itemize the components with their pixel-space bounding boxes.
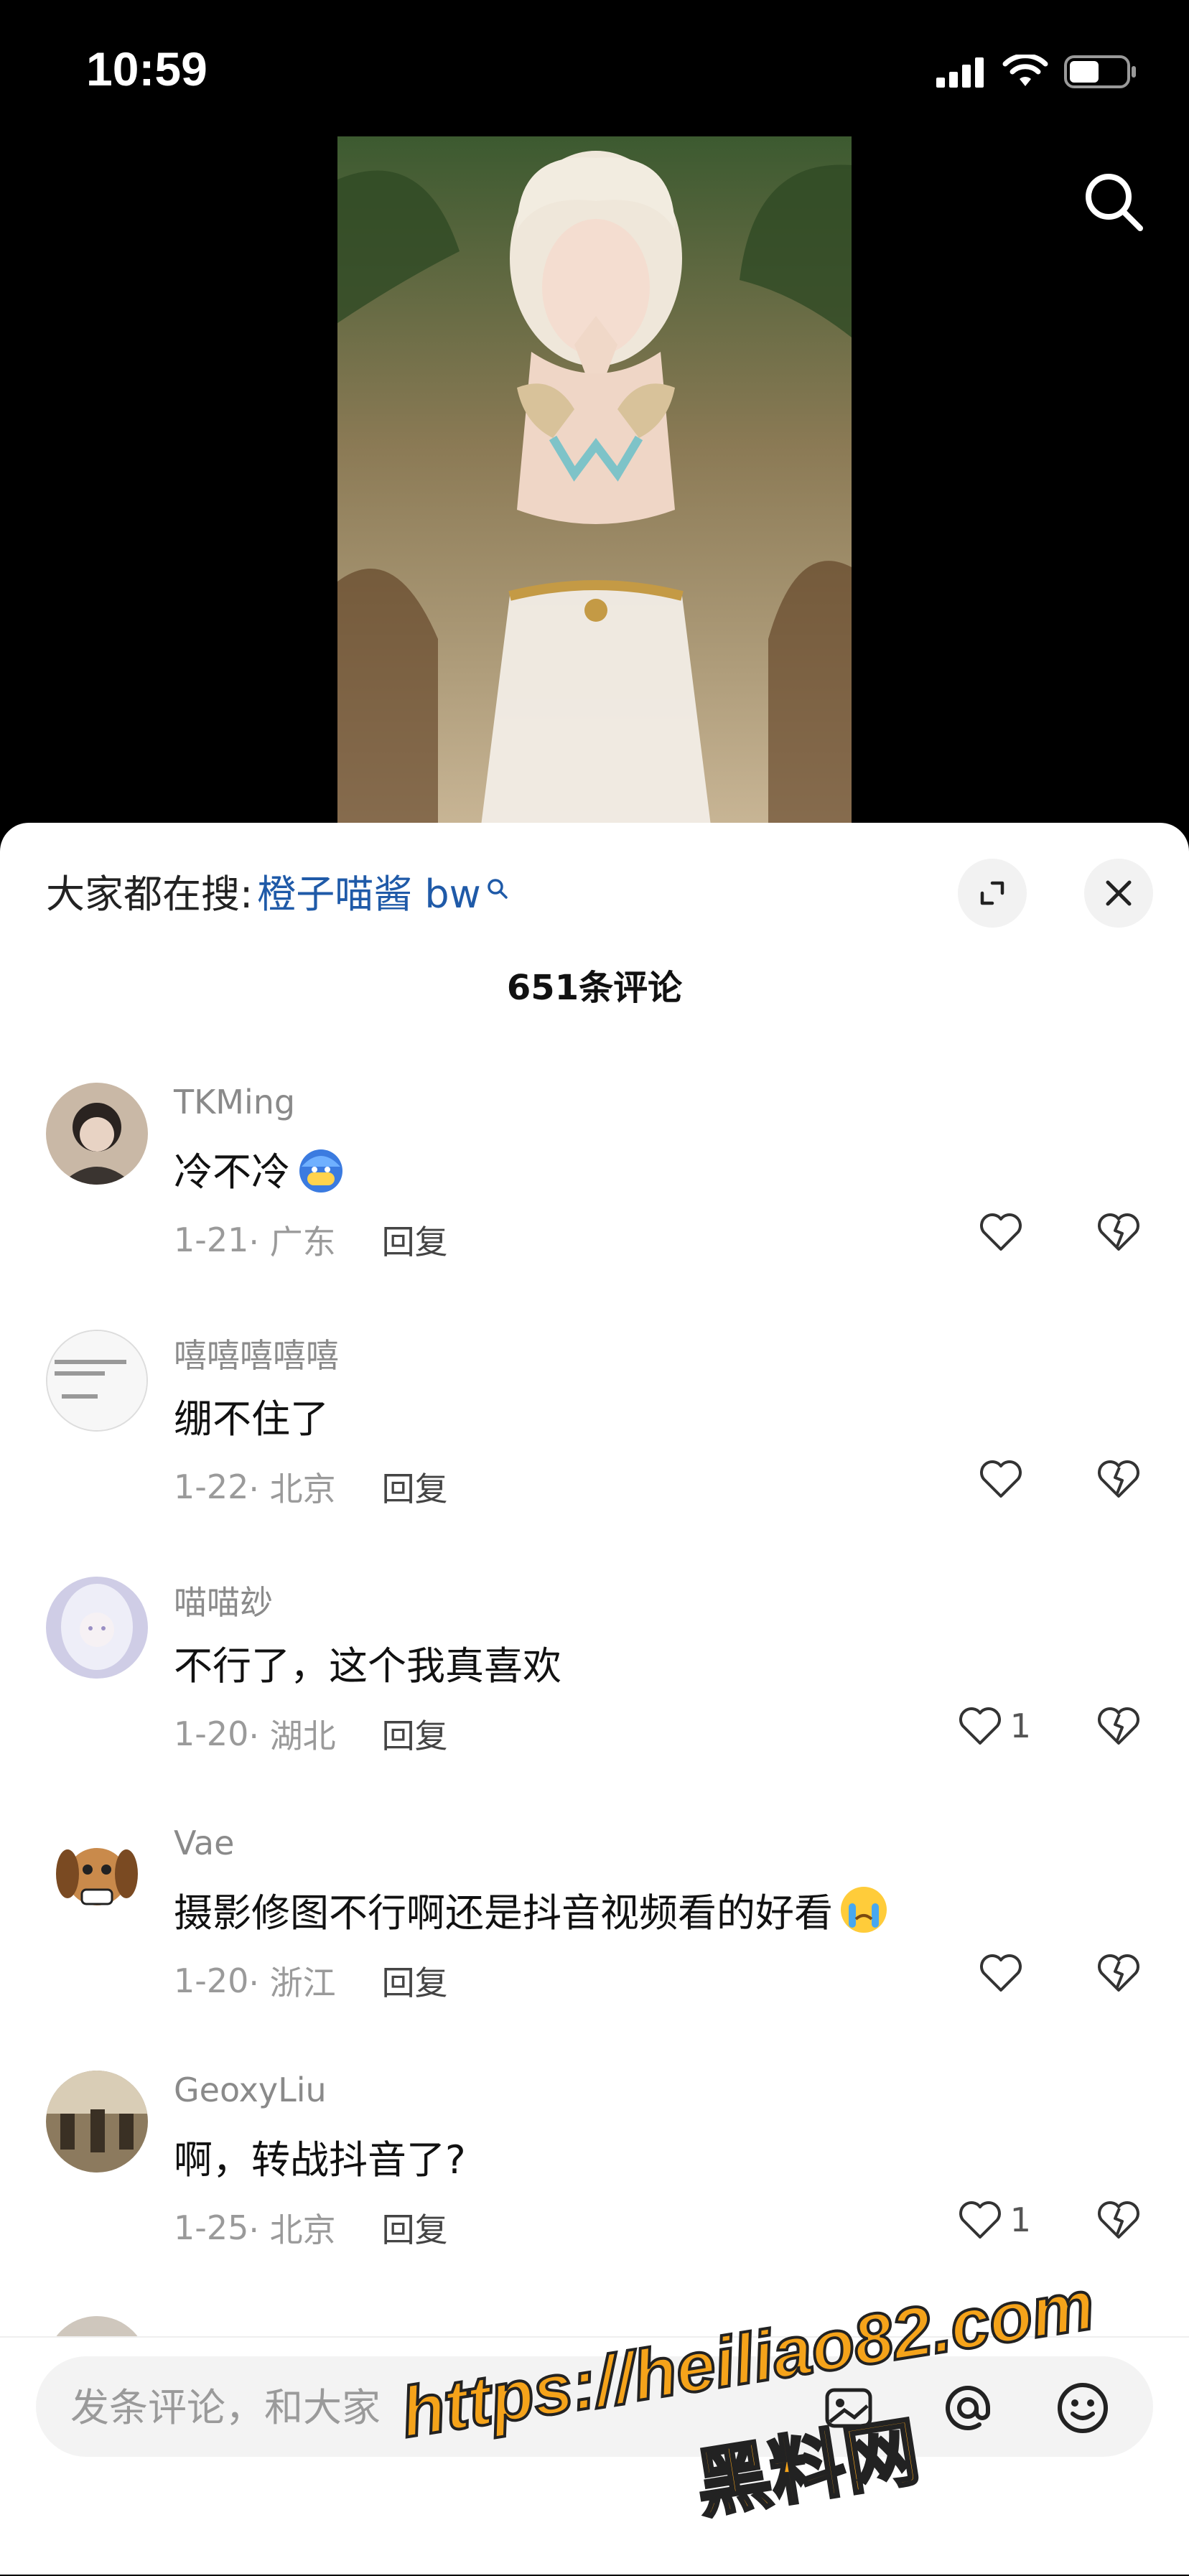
reply-button[interactable]: 回复 — [382, 1216, 448, 1264]
reply-button[interactable]: 回复 — [382, 1957, 448, 2005]
avatar[interactable] — [46, 2071, 148, 2173]
comment-location: · 北京 — [248, 2211, 336, 2249]
hot-search-term[interactable]: 橙子喵酱 bw — [257, 862, 481, 919]
like-count: 1 — [1010, 1707, 1031, 1745]
comment-meta: 1-21 · 广东 回复 — [174, 1216, 448, 1264]
comment-text: 啊，转战抖音了? — [174, 2128, 466, 2185]
like-button[interactable] — [978, 1210, 1031, 1254]
dislike-button[interactable] — [1096, 1951, 1142, 1997]
comment-location: · 浙江 — [248, 1964, 336, 2002]
expand-icon — [980, 881, 1004, 905]
comment-text: 摄影修图不行啊还是抖音视频看的好看 — [174, 1881, 890, 1938]
dislike-button[interactable] — [1096, 1210, 1142, 1256]
search-icon — [1086, 174, 1143, 231]
comment-username[interactable]: 喵喵玅 — [174, 1577, 273, 1624]
close-icon — [1106, 880, 1132, 906]
battery-icon — [1064, 55, 1136, 88]
comment-location: · 湖北 — [248, 1717, 336, 1755]
hot-search-label: 大家都在搜: — [46, 872, 253, 917]
reply-button[interactable]: 回复 — [382, 2204, 448, 2251]
comment-input-bar — [0, 2336, 1189, 2575]
emoji-button[interactable] — [1048, 2374, 1117, 2442]
comment-input-pill[interactable] — [36, 2356, 1153, 2457]
comment-meta: 1-20 · 浙江 回复 — [174, 1957, 448, 2005]
like-button[interactable]: 1 — [957, 2198, 1031, 2241]
comment-item: Vae 摄影修图不行啊还是抖音视频看的好看 1-20 · 浙江 回复 — [0, 1824, 1189, 2039]
comment-meta: 1-25 · 北京 回复 — [174, 2204, 448, 2251]
broken-heart-icon — [1098, 1707, 1139, 1745]
comment-date: 1-22 — [174, 1467, 249, 1506]
video-area[interactable] — [0, 136, 1189, 826]
close-button[interactable] — [1084, 859, 1153, 928]
at-icon — [946, 2386, 990, 2431]
comment-date: 1-25 — [174, 2208, 249, 2247]
comment-body: 冷不冷 — [174, 1149, 290, 1195]
broken-heart-icon — [1098, 1213, 1139, 1251]
dislike-button[interactable] — [1096, 1704, 1142, 1750]
video-thumbnail[interactable] — [337, 136, 852, 826]
comment-meta: 1-20 · 湖北 回复 — [174, 1710, 448, 1758]
heart-icon — [959, 2201, 1001, 2239]
comment-date: 1-20 — [174, 1961, 249, 2000]
crying-face-emoji — [841, 1886, 887, 1933]
wifi-icon — [1002, 55, 1048, 86]
broken-heart-icon — [1098, 1954, 1139, 1992]
comment-input[interactable] — [69, 2378, 862, 2437]
status-icons — [935, 50, 1139, 93]
comment-item: 喵喵玅 不行了，这个我真喜欢 1-20 · 湖北 回复 1 — [0, 1577, 1189, 1792]
like-button[interactable] — [978, 1951, 1031, 1994]
comment-username[interactable]: GeoxyLiu — [174, 2071, 327, 2109]
heart-icon — [980, 1213, 1022, 1251]
comment-sheet: 大家都在搜: 橙子喵酱 bw 651条评论 TKMing 冷不冷 1-21 · … — [0, 823, 1189, 2573]
comment-username[interactable]: TKMing — [174, 1083, 295, 1121]
image-icon — [825, 2388, 872, 2428]
avatar[interactable] — [46, 1824, 148, 1926]
dislike-button[interactable] — [1096, 1457, 1142, 1503]
comment-meta: 1-22 · 北京 回复 — [174, 1463, 448, 1511]
image-button[interactable] — [814, 2374, 883, 2442]
avatar[interactable] — [46, 1577, 148, 1679]
video-search-button[interactable] — [1077, 165, 1149, 237]
mention-button[interactable] — [933, 2374, 1002, 2442]
comment-body: 摄影修图不行啊还是抖音视频看的好看 — [174, 1890, 833, 1936]
comment-username[interactable]: 嘻嘻嘻嘻嘻 — [174, 1330, 339, 1377]
comment-text: 冷不冷 — [174, 1140, 348, 1197]
status-bar: 10:59 — [0, 0, 1189, 136]
comment-date: 1-20 — [174, 1714, 249, 1753]
reply-button[interactable]: 回复 — [382, 1463, 448, 1511]
comment-item: GeoxyLiu 啊，转战抖音了? 1-25 · 北京 回复 1 — [0, 2071, 1189, 2286]
hot-search[interactable]: 大家都在搜: 橙子喵酱 bw — [46, 862, 510, 919]
heart-icon — [959, 1707, 1001, 1745]
like-button[interactable]: 1 — [957, 1704, 1031, 1747]
comment-body: 啊，转战抖音了? — [174, 2137, 466, 2183]
avatar[interactable] — [46, 1083, 148, 1185]
reply-button[interactable]: 回复 — [382, 1710, 448, 1758]
avatar[interactable] — [46, 1330, 148, 1432]
search-small-icon — [485, 877, 510, 905]
comment-item: 嘻嘻嘻嘻嘻 绷不住了 1-22 · 北京 回复 — [0, 1330, 1189, 1545]
heart-icon — [980, 1460, 1022, 1498]
broken-heart-icon — [1098, 2201, 1139, 2239]
comment-body: 绷不住了 — [174, 1396, 329, 1442]
status-time: 10:59 — [86, 42, 208, 95]
comment-text: 不行了，这个我真喜欢 — [174, 1634, 561, 1691]
comment-body: 不行了，这个我真喜欢 — [174, 1643, 561, 1689]
dislike-button[interactable] — [1096, 2198, 1142, 2244]
signal-icon — [936, 57, 984, 88]
cold-face-emoji — [299, 1149, 342, 1193]
like-count: 1 — [1010, 2201, 1031, 2239]
comment-item: TKMing 冷不冷 1-21 · 广东 回复 — [0, 1083, 1189, 1298]
heart-icon — [980, 1954, 1022, 1992]
emoji-icon — [1058, 2383, 1108, 2433]
comment-date: 1-21 — [174, 1221, 249, 1259]
broken-heart-icon — [1098, 1460, 1139, 1498]
cosplay-photo — [337, 136, 852, 826]
like-button[interactable] — [978, 1457, 1031, 1501]
comment-count: 651条评论 — [506, 968, 683, 1008]
comment-text: 绷不住了 — [174, 1387, 329, 1444]
comment-location: · 广东 — [248, 1223, 336, 1261]
comment-location: · 北京 — [248, 1470, 336, 1508]
expand-button[interactable] — [958, 859, 1027, 928]
comment-username[interactable]: Vae — [174, 1824, 234, 1862]
